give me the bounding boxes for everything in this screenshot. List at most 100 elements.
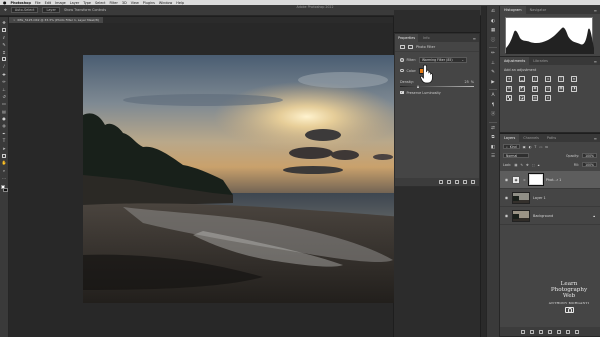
adjustment-thumbnail-icon[interactable]: ◉: [512, 175, 520, 184]
menu-type[interactable]: Type: [83, 1, 91, 5]
menu-3d[interactable]: 3D: [122, 1, 127, 5]
link-icon[interactable]: ∞: [523, 178, 526, 182]
photo-filter-icon[interactable]: ◉: [532, 85, 538, 92]
view-previous-icon[interactable]: [447, 180, 451, 184]
layer-comps-icon[interactable]: ◧: [490, 145, 496, 151]
fill-field[interactable]: 100%: [582, 162, 597, 167]
layer-row-photo-filter[interactable]: ◉ ◉ ∞ Phot...r 1: [500, 171, 600, 189]
color-swatches[interactable]: [0, 184, 8, 193]
layer-name[interactable]: Layer 1: [533, 196, 546, 200]
menu-file[interactable]: File: [35, 1, 41, 5]
layer-thumbnail[interactable]: [512, 209, 530, 222]
menu-window[interactable]: Window: [159, 1, 172, 5]
blur-tool-icon[interactable]: ●: [2, 116, 7, 121]
curves-icon[interactable]: ∫: [532, 76, 538, 82]
show-transform-controls[interactable]: Show Transform Controls: [64, 8, 106, 12]
panel-menu-icon[interactable]: ≡: [594, 8, 597, 13]
healing-brush-tool-icon[interactable]: ✚: [2, 72, 7, 77]
hue-saturation-icon[interactable]: ≋: [571, 76, 577, 82]
tab-properties[interactable]: Properties: [395, 34, 419, 42]
exposure-icon[interactable]: ±: [545, 76, 551, 82]
eyedropper-tool-icon[interactable]: ⁄: [2, 64, 7, 69]
channel-mixer-icon[interactable]: ◎: [545, 85, 551, 92]
clone-stamp-tool-icon[interactable]: ⊥: [2, 87, 7, 92]
gradient-map-icon[interactable]: ▤: [532, 95, 538, 101]
filter-adjustment-icon[interactable]: ◐: [529, 145, 532, 149]
invert-icon[interactable]: ◑: [571, 85, 577, 92]
move-tool-icon[interactable]: ✥: [4, 8, 7, 12]
layer-thumbnail[interactable]: [512, 191, 530, 204]
tab-layers[interactable]: Layers: [500, 134, 520, 142]
panel-menu-icon[interactable]: ≡: [594, 59, 597, 64]
tab-libraries[interactable]: Libraries: [529, 57, 552, 65]
brush-settings-icon[interactable]: ✎: [490, 70, 496, 76]
layer-filter-dropdown[interactable]: ⌕ Kind: [503, 144, 520, 149]
clip-to-layer-icon[interactable]: [439, 180, 443, 184]
zoom-tool-icon[interactable]: ⌕: [2, 168, 7, 173]
history-brush-tool-icon[interactable]: ↺: [2, 94, 7, 99]
layer-mask-icon[interactable]: [408, 44, 413, 49]
color-radio[interactable]: [400, 68, 404, 73]
lock-pixels-icon[interactable]: ▦: [514, 163, 517, 167]
glyphs-panel-icon[interactable]: ⓐ: [490, 112, 496, 118]
menu-filter[interactable]: Filter: [110, 1, 118, 5]
filter-type-icon[interactable]: T: [534, 145, 536, 149]
eye-icon[interactable]: ◉: [504, 195, 509, 200]
info-panel-icon[interactable]: ⓘ: [490, 38, 496, 44]
density-slider-handle[interactable]: [416, 84, 419, 88]
selective-color-icon[interactable]: ✕: [545, 95, 551, 101]
visibility-icon[interactable]: [463, 180, 467, 184]
quick-select-tool-icon[interactable]: ✎: [2, 42, 7, 47]
preserve-luminosity-checkbox[interactable]: ✓: [400, 91, 404, 95]
adjustment-layer-icon[interactable]: [400, 44, 405, 49]
vibrance-icon[interactable]: ▽: [558, 76, 564, 82]
threshold-icon[interactable]: ◪: [519, 95, 525, 101]
new-group-icon[interactable]: [557, 329, 561, 334]
menu-image[interactable]: Image: [55, 1, 66, 5]
color-balance-icon[interactable]: ⚖: [506, 85, 512, 92]
tab-adjustments[interactable]: Adjustments: [500, 57, 530, 65]
tab-histogram[interactable]: Histogram: [500, 6, 526, 14]
brightness-contrast-icon[interactable]: ☀: [506, 76, 512, 82]
filter-smart-object-icon[interactable]: ⧉: [545, 145, 547, 149]
gradient-tool-icon[interactable]: ▤: [2, 109, 7, 114]
link-layers-icon[interactable]: [521, 329, 525, 334]
layer-name[interactable]: Background: [533, 214, 553, 218]
delete-layer-icon[interactable]: [575, 329, 579, 334]
reset-icon[interactable]: [455, 180, 459, 184]
type-tool-icon[interactable]: T: [2, 138, 7, 143]
lock-all-icon[interactable]: 🔒︎: [538, 163, 540, 167]
pen-tool-icon[interactable]: ✒: [2, 131, 7, 136]
lock-artboard-icon[interactable]: ⬚: [532, 163, 535, 167]
menu-layer[interactable]: Layer: [70, 1, 79, 5]
properties-panel-icon[interactable]: ☰: [490, 154, 496, 160]
new-adjustment-icon[interactable]: [548, 329, 552, 334]
density-value[interactable]: 25: [464, 80, 468, 84]
panel-menu-icon[interactable]: ≡: [473, 36, 476, 41]
rectangle-tool-icon[interactable]: [2, 153, 7, 158]
add-mask-icon[interactable]: [539, 329, 543, 334]
eye-icon[interactable]: ◉: [504, 177, 509, 182]
tab-channels[interactable]: Channels: [519, 134, 543, 142]
layer-row-layer-1[interactable]: ◉ Layer 1: [500, 189, 600, 207]
dodge-tool-icon[interactable]: ◍: [2, 123, 7, 128]
menu-edit[interactable]: Edit: [45, 1, 52, 5]
lasso-tool-icon[interactable]: ℓ: [2, 35, 7, 40]
clone-source-icon[interactable]: ⊥: [490, 61, 496, 67]
tab-navigator[interactable]: Navigator: [526, 6, 551, 14]
panel-menu-icon[interactable]: ≡: [594, 136, 597, 141]
layer-row-background[interactable]: ◉ Background 🔒︎: [500, 207, 600, 225]
paragraph-panel-icon[interactable]: ¶: [490, 103, 496, 109]
tab-paths[interactable]: Paths: [543, 134, 560, 142]
auto-select-target[interactable]: Layer: [42, 7, 60, 13]
lock-position-icon[interactable]: ✥: [526, 163, 529, 167]
lock-paint-icon[interactable]: ✎: [520, 163, 523, 167]
brush-panel-icon[interactable]: ✏: [490, 51, 496, 57]
color-lookup-icon[interactable]: ▦: [558, 85, 564, 92]
hand-tool-icon[interactable]: ✋: [2, 160, 7, 165]
menu-plugins[interactable]: Plugins: [143, 1, 155, 5]
more-tools-icon[interactable]: …: [2, 175, 7, 180]
move-tool-icon[interactable]: ✥: [2, 20, 7, 25]
layer-name[interactable]: Phot...r 1: [546, 178, 561, 182]
opacity-field[interactable]: 100%: [582, 153, 597, 158]
